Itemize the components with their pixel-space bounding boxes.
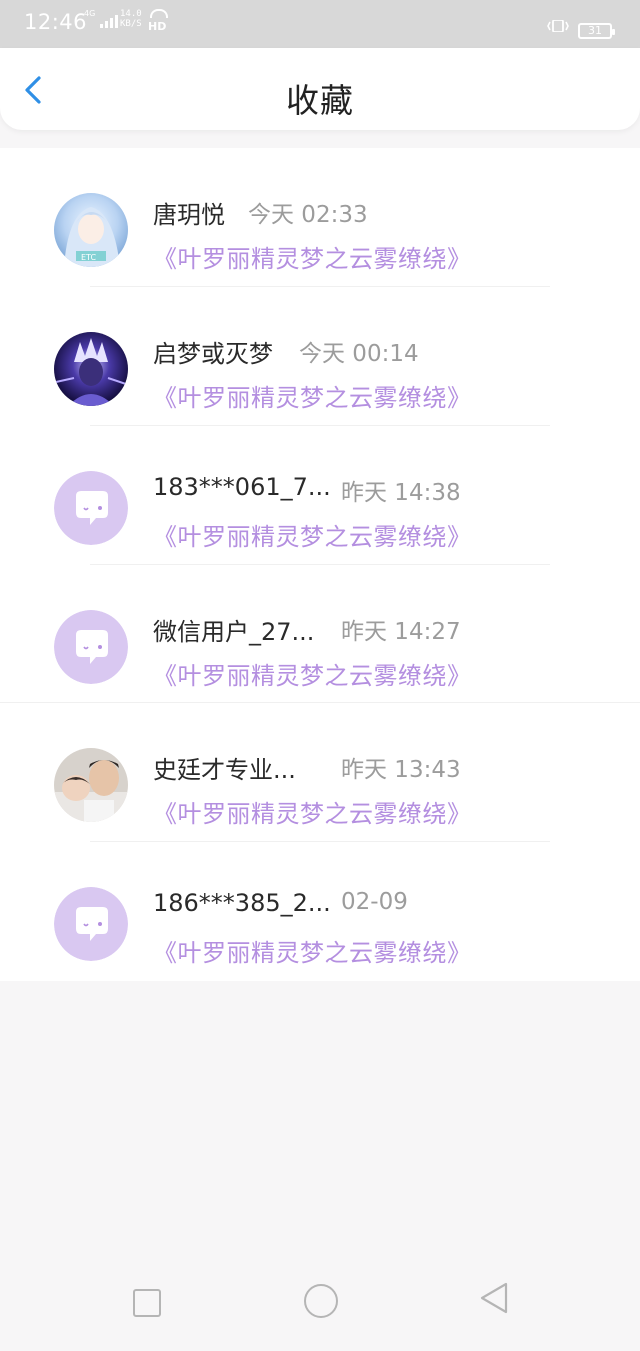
wifi-icon <box>150 9 168 18</box>
square-icon[interactable] <box>133 1289 161 1317</box>
favorite-user-name: 微信用户_27... <box>153 618 315 646</box>
svg-text:ETC: ETC <box>81 253 96 262</box>
speed-indicator: 14.0 KB/S <box>120 9 142 29</box>
page-title: 收藏 <box>286 81 354 120</box>
status-time: 12:46 <box>24 10 88 34</box>
favorite-title[interactable]: 《叶罗丽精灵梦之云雾缭绕》 <box>153 378 472 413</box>
system-nav-bar <box>0 1261 640 1351</box>
favorite-time: 昨天 14:38 <box>341 480 461 506</box>
triangle-back-icon[interactable] <box>478 1281 510 1315</box>
favorite-item[interactable]: 183***061_7... 昨天 14:38 《叶罗丽精灵梦之云雾缭绕》 <box>0 426 640 565</box>
default-chat-avatar[interactable] <box>54 610 128 684</box>
circle-icon[interactable] <box>304 1284 338 1318</box>
status-bar: 12:46 4G 14.0 KB/S HD 31 <box>0 0 640 48</box>
favorite-item[interactable]: 微信用户_27... 昨天 14:27 《叶罗丽精灵梦之云雾缭绕》 <box>0 565 640 703</box>
favorite-user-name: 启梦或灭梦 <box>153 340 273 368</box>
default-chat-avatar[interactable] <box>54 471 128 545</box>
favorite-user-name: 186***385_2... <box>153 889 331 917</box>
favorite-item[interactable]: ETC 唐玥悦 今天 02:33 《叶罗丽精灵梦之云雾缭绕》 <box>0 148 640 287</box>
favorite-title[interactable]: 《叶罗丽精灵梦之云雾缭绕》 <box>153 517 472 552</box>
nav-header: 收藏 <box>0 48 640 130</box>
favorite-item[interactable]: 史廷才专业... 昨天 13:43 《叶罗丽精灵梦之云雾缭绕》 <box>0 703 640 842</box>
favorite-time: 昨天 14:27 <box>341 619 461 645</box>
photo-avatar[interactable] <box>54 748 128 822</box>
favorite-user-name: 史廷才专业... <box>153 756 296 784</box>
speed-value: 14.0 <box>120 9 142 19</box>
favorite-time: 今天 00:14 <box>299 341 419 367</box>
network-label: 4G <box>84 9 96 18</box>
speed-unit: KB/S <box>120 19 142 29</box>
favorite-user-name: 唐玥悦 <box>153 201 225 229</box>
default-chat-avatar[interactable] <box>54 887 128 961</box>
favorites-list: ETC 唐玥悦 今天 02:33 《叶罗丽精灵梦之云雾缭绕》 启梦或灭梦 今天 … <box>0 148 640 981</box>
vibrate-icon <box>547 20 569 32</box>
favorite-time: 今天 02:33 <box>248 202 368 228</box>
favorite-title[interactable]: 《叶罗丽精灵梦之云雾缭绕》 <box>153 656 472 691</box>
anime-girl-avatar[interactable]: ETC <box>54 193 128 267</box>
anime-hero-avatar[interactable] <box>54 332 128 406</box>
battery-icon: 31 <box>578 23 615 39</box>
favorite-item[interactable]: 启梦或灭梦 今天 00:14 《叶罗丽精灵梦之云雾缭绕》 <box>0 287 640 426</box>
signal-icon: 4G <box>84 10 119 28</box>
favorite-title[interactable]: 《叶罗丽精灵梦之云雾缭绕》 <box>153 933 472 968</box>
favorite-time: 02-09 <box>341 889 408 915</box>
favorite-item[interactable]: 186***385_2... 02-09 《叶罗丽精灵梦之云雾缭绕》 <box>0 842 640 981</box>
hd-label: HD <box>148 20 167 33</box>
favorite-user-name: 183***061_7... <box>153 473 331 501</box>
favorite-time: 昨天 13:43 <box>341 757 461 783</box>
favorite-title[interactable]: 《叶罗丽精灵梦之云雾缭绕》 <box>153 794 472 829</box>
favorite-title[interactable]: 《叶罗丽精灵梦之云雾缭绕》 <box>153 239 472 274</box>
